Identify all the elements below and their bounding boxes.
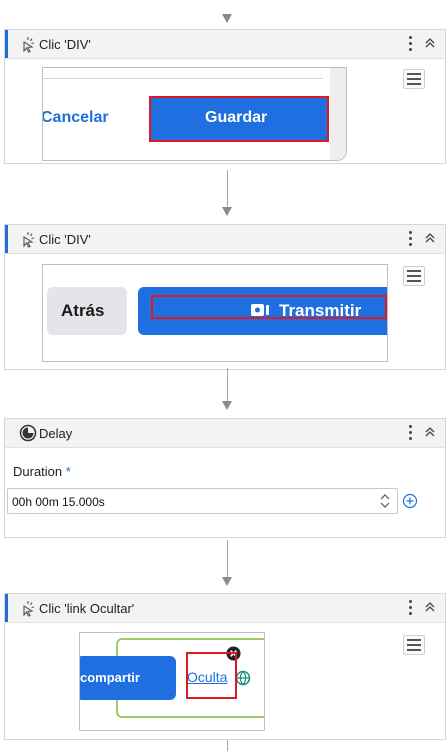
step-card-2[interactable]: Clic 'DIV' Atrás Transmitir [4,224,446,370]
more-options-icon[interactable] [407,34,413,54]
panel-edge [330,68,346,160]
connector-arrow [222,401,232,410]
connector-line [227,740,228,751]
step-header-2[interactable]: Clic 'DIV' [5,225,445,254]
delay-icon [19,424,37,442]
connector-line [227,170,228,210]
click-icon [23,232,35,248]
click-icon [23,601,35,617]
step-title: Clic 'DIV' [39,232,91,247]
share-button: compartir [80,656,176,700]
click-icon [23,37,35,53]
duration-label: Duration * [13,464,71,479]
more-options-icon[interactable] [407,423,413,443]
screenshot-thumbnail: Atrás Transmitir [42,264,388,362]
connector-arrow [222,207,232,216]
duration-label-text: Duration [13,464,63,479]
step-header-4[interactable]: Clic 'link Ocultar' [5,594,445,623]
stepper-icon[interactable] [379,492,391,510]
screenshot-thumbnail: Cancelar Guardar [42,67,347,161]
target-highlight [149,96,329,142]
share-button-label: compartir [80,670,140,685]
menu-icon[interactable] [403,266,425,286]
connector-arrow [222,14,232,23]
connector-line [227,540,228,580]
step-card-4[interactable]: Clic 'link Ocultar' compartir Oculta [4,593,446,740]
more-options-icon[interactable] [407,598,413,618]
menu-icon[interactable] [403,69,425,89]
target-highlight [186,652,237,699]
duration-value: 00h 00m 15.000s [12,495,105,509]
step-header-3[interactable]: Delay [5,419,445,448]
menu-icon[interactable] [403,635,425,655]
collapse-icon[interactable] [423,425,437,439]
divider [43,78,323,79]
back-button: Atrás [47,287,127,335]
add-icon[interactable] [402,493,418,509]
step-header-1[interactable]: Clic 'DIV' [5,30,445,59]
step-title: Clic 'DIV' [39,37,91,52]
back-button-label: Atrás [61,301,105,320]
globe-icon [235,670,251,686]
screenshot-thumbnail: compartir Oculta [79,632,265,731]
collapse-icon[interactable] [423,36,437,50]
connector-arrow [222,577,232,586]
cancel-button: Cancelar [42,109,109,126]
step-card-3[interactable]: Delay Duration * 00h 00m 15.000s [4,418,446,538]
connector-line [227,368,228,403]
required-marker: * [65,464,71,479]
step-title: Clic 'link Ocultar' [39,601,135,616]
step-title: Delay [39,426,73,441]
duration-field[interactable]: 00h 00m 15.000s [7,488,398,514]
collapse-icon[interactable] [423,231,437,245]
step-card-1[interactable]: Clic 'DIV' Cancelar Guardar [4,29,446,164]
target-highlight [151,295,387,319]
more-options-icon[interactable] [407,229,413,249]
collapse-icon[interactable] [423,600,437,614]
